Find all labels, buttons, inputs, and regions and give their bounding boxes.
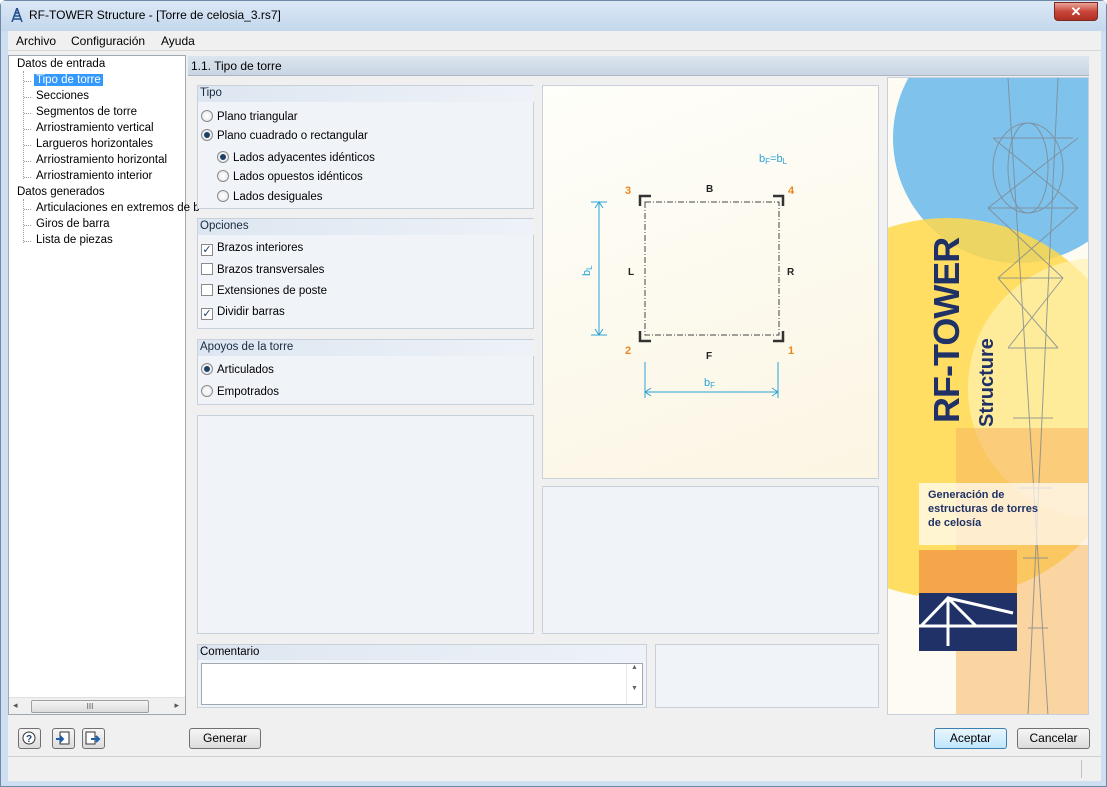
brand-subtitle: Structure: [976, 338, 998, 427]
section-title: 1.1. Tipo de torre: [188, 56, 1089, 76]
tipo-title: Tipo: [198, 86, 534, 102]
scroll-thumb[interactable]: III: [31, 700, 149, 713]
menu-configuracion[interactable]: Configuración: [71, 34, 145, 48]
side-f-label: F: [706, 351, 712, 362]
menu-archivo[interactable]: Archivo: [16, 34, 56, 48]
comentario-group: Comentario ▲ ▼: [197, 644, 647, 708]
cancelar-button[interactable]: Cancelar: [1017, 728, 1090, 749]
comment-scrollbar[interactable]: ▲ ▼: [626, 664, 642, 704]
diagram-svg: bF=bL 3 4 2 1 B L R F bL bF: [581, 153, 795, 398]
comentario-title: Comentario: [198, 645, 646, 660]
node-2-label: 2: [625, 345, 631, 357]
opciones-group: Opciones ✓ Brazos interiores Brazos trans…: [197, 218, 534, 329]
title-bar: RF-TOWER Structure - [Torre de celosia_3…: [1, 1, 1106, 31]
close-button[interactable]: ✕: [1054, 2, 1098, 21]
node-1-label: 1: [788, 345, 794, 357]
tree-item-tipo-de-torre[interactable]: Tipo de torre: [34, 74, 103, 86]
equation-label: bF=bL: [759, 153, 788, 166]
tree-item-lista-piezas[interactable]: Lista de piezas: [36, 234, 113, 246]
help-button[interactable]: ?: [18, 728, 41, 749]
status-bar: [8, 756, 1101, 780]
generar-button[interactable]: Generar: [189, 728, 261, 749]
empty-left-panel: [197, 415, 534, 634]
apoyos-title: Apoyos de la torre: [198, 340, 534, 356]
check-extensiones-poste[interactable]: Extensiones de poste: [201, 284, 327, 297]
tree-item-largueros[interactable]: Largueros horizontales: [36, 138, 153, 150]
radio-lados-desiguales[interactable]: Lados desiguales: [217, 190, 323, 203]
brand-title: RF-TOWER: [926, 237, 967, 423]
tree-horizontal-scrollbar[interactable]: ◂ III ▸: [9, 697, 185, 714]
side-l-label: L: [628, 267, 634, 278]
brand-description: Generación de estructuras de torres de cel…: [928, 489, 1039, 529]
tree-root-datos-generados[interactable]: Datos generados: [17, 186, 105, 198]
tree-item-giros[interactable]: Giros de barra: [36, 218, 110, 230]
check-brazos-interiores[interactable]: ✓ Brazos interiores: [201, 242, 303, 256]
radio-plano-triangular[interactable]: Plano triangular: [201, 110, 298, 123]
status-separator: [1081, 760, 1083, 778]
tipo-group: Tipo Plano triangular Plano cuadrado o r…: [197, 85, 534, 209]
aceptar-button[interactable]: Aceptar: [934, 728, 1007, 749]
tree-item-articulaciones[interactable]: Articulaciones en extremos de b: [36, 202, 200, 214]
export-icon: [85, 731, 101, 745]
node-4-label: 4: [788, 185, 795, 197]
brand-panel: RF-TOWER Structure Generación de estructu…: [887, 77, 1089, 715]
empty-right-panel: [542, 486, 879, 634]
tower-diagram: bF=bL 3 4 2 1 B L R F bL bF: [542, 85, 879, 479]
radio-plano-cuadrado[interactable]: Plano cuadrado o rectangular: [201, 129, 368, 142]
tree-item-arriostramiento-horizontal[interactable]: Arriostramiento horizontal: [36, 154, 167, 166]
radio-lados-adyacentes[interactable]: Lados adyacentes idénticos: [217, 151, 375, 164]
tree-item-segmentos[interactable]: Segmentos de torre: [36, 106, 137, 118]
menu-ayuda[interactable]: Ayuda: [161, 34, 195, 48]
tree-root-datos-entrada[interactable]: Datos de entrada: [17, 58, 105, 70]
tower-app-icon: [11, 8, 23, 22]
radio-empotrados[interactable]: Empotrados: [201, 385, 279, 398]
tree-item-arriostramiento-interior[interactable]: Arriostramiento interior: [36, 170, 152, 182]
navigation-tree: Datos de entrada Tipo de torre Secciones…: [8, 55, 200, 715]
side-r-label: R: [787, 267, 795, 278]
radio-articulados[interactable]: Articulados: [201, 363, 274, 376]
main-window: RF-TOWER Structure - [Torre de celosia_3…: [0, 0, 1107, 787]
import-icon: [56, 731, 70, 745]
opciones-title: Opciones: [198, 219, 534, 235]
scroll-left-icon[interactable]: ◂: [13, 700, 18, 711]
window-title: RF-TOWER Structure - [Torre de celosia_3…: [29, 8, 281, 22]
side-b-label: B: [706, 184, 713, 195]
apoyos-group: Apoyos de la torre Articulados Empotrado…: [197, 339, 534, 405]
check-brazos-transversales[interactable]: Brazos transversales: [201, 263, 324, 276]
bf-label: bF: [704, 377, 715, 390]
node-3-label: 3: [625, 185, 631, 197]
tree-item-secciones[interactable]: Secciones: [36, 90, 89, 102]
import-button[interactable]: [52, 728, 75, 749]
bf-dimension: [644, 362, 779, 398]
menu-bar: Archivo Configuración Ayuda: [8, 31, 1101, 51]
export-button[interactable]: [82, 728, 105, 749]
tower-outline: [644, 201, 780, 336]
scroll-right-icon[interactable]: ▸: [174, 700, 179, 711]
bl-label: bL: [581, 265, 594, 276]
corner-markers: [638, 194, 785, 343]
svg-text:?: ?: [26, 734, 32, 745]
tree-item-arriostramiento-vertical[interactable]: Arriostramiento vertical: [36, 122, 154, 134]
check-dividir-barras[interactable]: ✓ Dividir barras: [201, 306, 285, 320]
empty-bottom-panel: [655, 644, 879, 708]
radio-lados-opuestos[interactable]: Lados opuestos idénticos: [217, 170, 363, 183]
help-icon: ?: [22, 731, 36, 745]
comment-input[interactable]: ▲ ▼: [201, 663, 643, 705]
